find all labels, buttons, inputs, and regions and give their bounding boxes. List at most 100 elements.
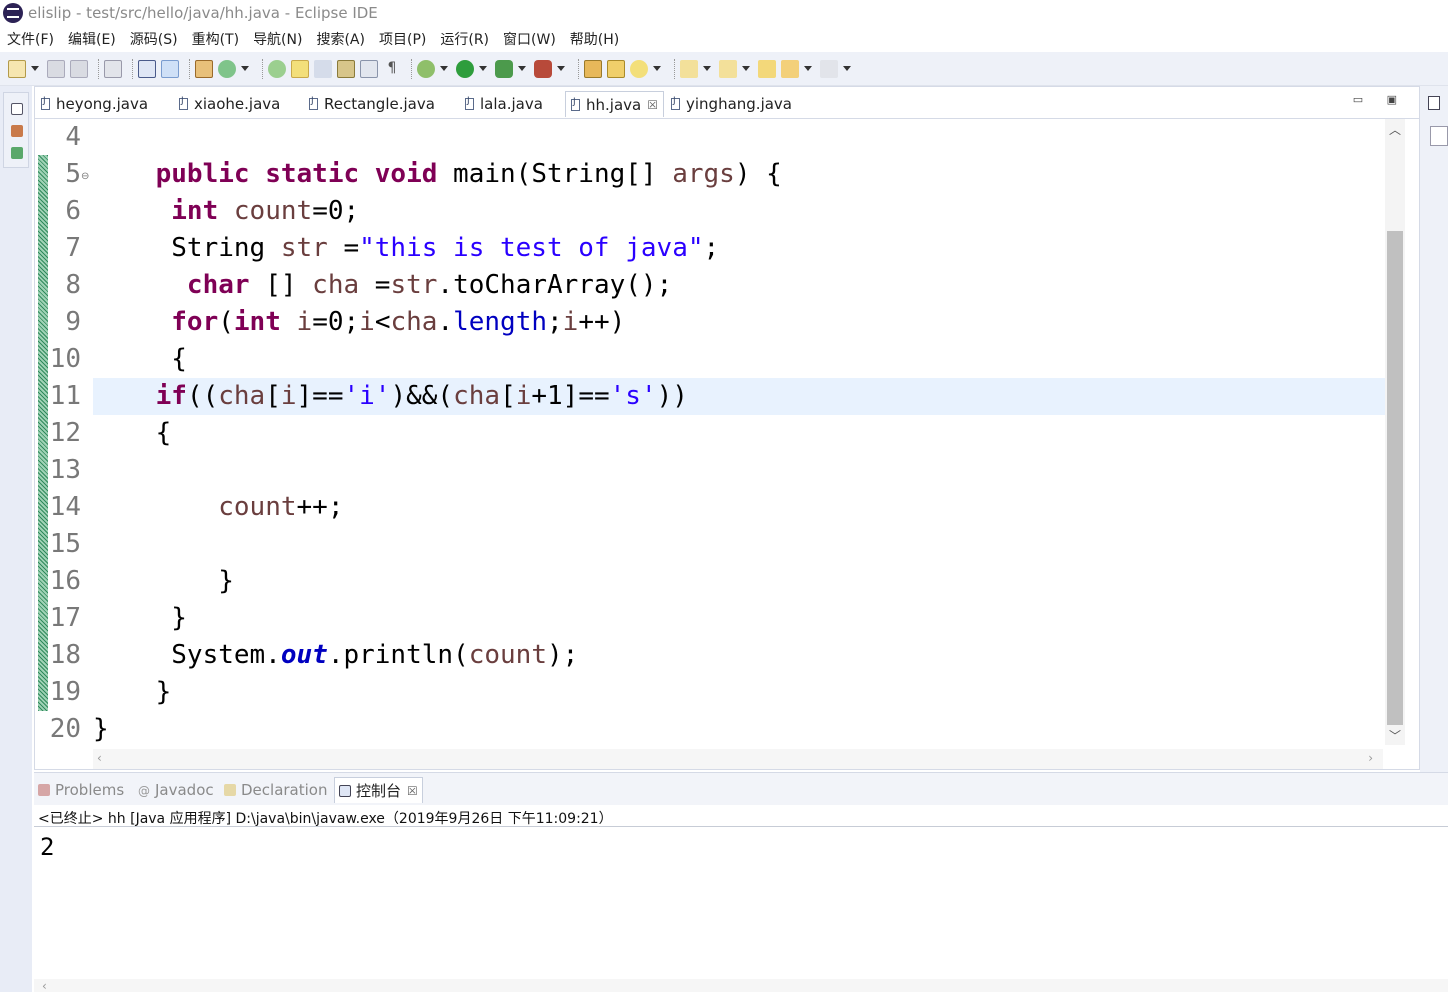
menu-edit[interactable]: 编辑(E) [61, 29, 123, 49]
outline-view-icon[interactable] [1428, 96, 1440, 110]
menu-refactor[interactable]: 重构(T) [185, 29, 246, 49]
external-tools-icon[interactable] [534, 59, 552, 78]
code-line[interactable]: String str ="this is test of java"; [93, 230, 1385, 267]
editor-tab-active[interactable]: hh.java ☒ [565, 91, 664, 117]
forward-dropdown-icon[interactable] [843, 66, 851, 71]
code-line[interactable] [93, 452, 1385, 489]
code-line[interactable]: int count=0; [93, 193, 1385, 230]
code-line[interactable]: } [93, 674, 1385, 711]
code-line[interactable]: } [93, 563, 1385, 600]
editor-tab[interactable]: lala.java [465, 91, 543, 117]
code-line[interactable]: } [93, 600, 1385, 637]
new-icon[interactable] [8, 59, 26, 78]
menu-run[interactable]: 运行(R) [433, 29, 496, 49]
scrollbar-thumb[interactable] [1387, 231, 1403, 725]
refresh-dropdown-icon[interactable] [241, 66, 249, 71]
menu-navigate[interactable]: 导航(N) [246, 29, 309, 49]
fold-collapse-icon[interactable]: ⊖ [81, 171, 89, 182]
pilcrow-icon[interactable]: ¶ [383, 60, 401, 78]
scroll-right-icon[interactable]: › [1368, 751, 1373, 765]
block-icon[interactable] [337, 59, 355, 78]
tab-javadoc[interactable]: @ Javadoc [138, 777, 214, 803]
code-area[interactable]: 4 5 6 7 8 9 10 11 12 13 14 15 16 17 18 19 20 ⊖ public st… [35, 119, 1419, 749]
restore-icon[interactable] [11, 103, 23, 115]
back-icon[interactable] [781, 59, 799, 78]
scroll-down-icon[interactable]: ﹀ [1389, 727, 1401, 744]
select-icon[interactable] [161, 59, 179, 78]
next-annotation-dropdown-icon[interactable] [703, 66, 711, 71]
code-line[interactable] [93, 119, 1385, 156]
scroll-up-icon[interactable]: ︿ [1389, 121, 1401, 138]
minimized-view-stack [3, 92, 29, 168]
package-explorer-icon[interactable] [11, 125, 23, 137]
external-tools-dropdown-icon[interactable] [557, 66, 565, 71]
menu-search[interactable]: 搜索(A) [309, 29, 372, 49]
tab-console[interactable]: 控制台 ☒ [334, 777, 423, 803]
editor-tab[interactable]: yinghang.java [671, 91, 792, 117]
tab-problems[interactable]: Problems [38, 777, 124, 803]
code-line[interactable]: count++; [93, 489, 1385, 526]
save-icon[interactable] [47, 59, 65, 78]
minimize-maximize-icons[interactable]: ▭ ▣ [1353, 93, 1407, 106]
console-output[interactable]: 2 [40, 833, 54, 861]
run-dropdown-icon[interactable] [479, 66, 487, 71]
search-icon[interactable] [630, 59, 648, 78]
outline-icon[interactable] [360, 59, 378, 78]
code-line[interactable]: } [93, 711, 1385, 748]
code-line[interactable] [93, 526, 1385, 563]
last-edit-icon[interactable] [758, 59, 776, 78]
prev-annotation-dropdown-icon[interactable] [742, 66, 750, 71]
code-line[interactable]: { [93, 415, 1385, 452]
run-icon[interactable] [456, 59, 474, 78]
debug-dropdown-icon[interactable] [440, 66, 448, 71]
menu-window[interactable]: 窗口(W) [496, 29, 563, 49]
package-icon[interactable] [195, 59, 213, 78]
code-line[interactable]: char [] cha =str.toCharArray(); [93, 267, 1385, 304]
coverage-icon[interactable] [495, 59, 513, 78]
editor-tab[interactable]: heyong.java [41, 91, 148, 117]
vertical-scrollbar[interactable]: ︿ ﹀ [1385, 119, 1405, 745]
print-icon[interactable] [104, 59, 122, 78]
code-line[interactable]: for(int i=0;i<cha.length;i++) [93, 304, 1385, 341]
open-type-icon[interactable] [268, 59, 286, 78]
close-tab-icon[interactable]: ☒ [407, 784, 418, 798]
back-dropdown-icon[interactable] [804, 66, 812, 71]
new-dropdown-icon[interactable] [31, 66, 39, 71]
save-all-icon[interactable] [70, 59, 88, 78]
mark-icon[interactable] [314, 59, 332, 78]
prev-annotation-icon[interactable] [719, 59, 737, 78]
task-list-icon[interactable] [1430, 126, 1448, 146]
scroll-left-icon[interactable]: ‹ [97, 751, 102, 765]
editor-tab[interactable]: xiaohe.java [179, 91, 280, 117]
menu-source[interactable]: 源码(S) [123, 29, 185, 49]
editor-tab[interactable]: Rectangle.java [309, 91, 435, 117]
close-tab-icon[interactable]: ☒ [647, 98, 658, 112]
forward-icon[interactable] [820, 59, 838, 78]
coverage-dropdown-icon[interactable] [518, 66, 526, 71]
refresh-icon[interactable] [218, 59, 236, 78]
console-horizontal-scrollbar[interactable]: ‹ [34, 979, 1448, 992]
code-token: ++; [296, 492, 344, 522]
code-token: } [93, 714, 109, 744]
menu-help[interactable]: 帮助(H) [563, 29, 626, 49]
code-line[interactable]: { [93, 341, 1385, 378]
terminal-icon[interactable] [138, 59, 156, 78]
search-dropdown-icon[interactable] [653, 66, 661, 71]
highlight-icon[interactable] [291, 59, 309, 78]
code-line[interactable]: public static void main(String[] args) { [93, 156, 1385, 193]
horizontal-scrollbar[interactable]: ‹ › [93, 749, 1383, 769]
hierarchy-icon[interactable] [11, 147, 23, 159]
tab-declaration[interactable]: Declaration [224, 777, 327, 803]
menu-file[interactable]: 文件(F) [0, 29, 61, 49]
open-folder-icon[interactable] [607, 59, 625, 78]
menu-project[interactable]: 项目(P) [372, 29, 433, 49]
next-annotation-icon[interactable] [680, 59, 698, 78]
code-token: i [562, 307, 579, 337]
current-code-line[interactable]: if((cha[i]=='i')&&(cha[i+1]=='s')) [93, 378, 1385, 415]
code-token: out [280, 640, 328, 670]
debug-icon[interactable] [417, 59, 435, 78]
new-java-project-icon[interactable] [584, 59, 602, 78]
code-line[interactable]: System.out.println(count); [93, 637, 1385, 674]
scroll-left-icon[interactable]: ‹ [42, 979, 47, 992]
